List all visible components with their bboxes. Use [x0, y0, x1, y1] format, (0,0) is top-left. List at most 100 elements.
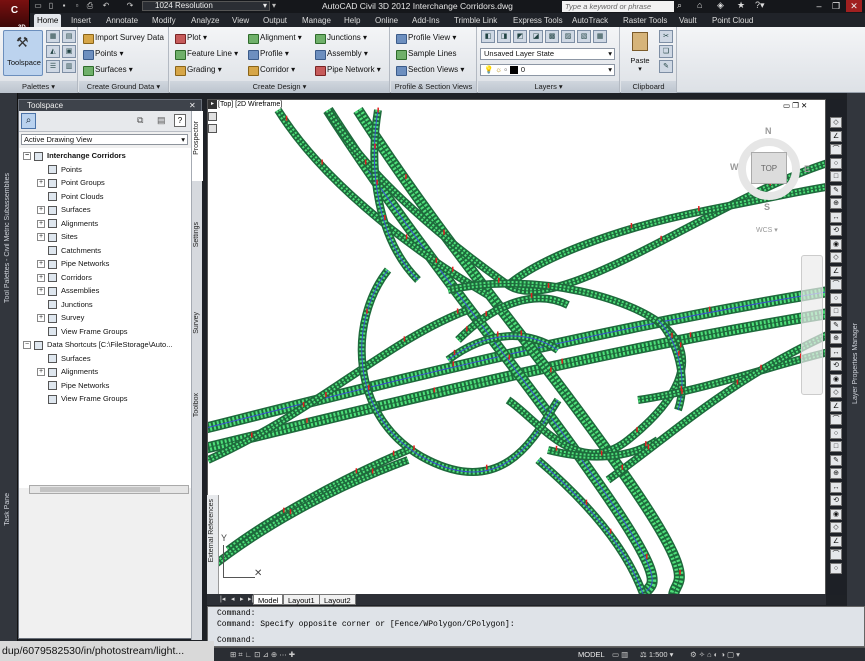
toolbar-tool-icon[interactable]: ◇	[830, 387, 842, 398]
layer-dropdown[interactable]: 💡 ☼ ▫ 0 ▾	[480, 64, 615, 76]
toolbar-tool-icon[interactable]: ○	[830, 157, 842, 169]
tab-online[interactable]: Online	[372, 14, 401, 27]
viewport-close-icon[interactable]: ✕	[801, 101, 807, 110]
help-icon[interactable]: ?	[174, 114, 186, 127]
workspace-dropdown[interactable]: 1024 Resolution ▾	[142, 1, 270, 11]
import-survey-button[interactable]: Import Survey Data	[83, 31, 164, 45]
tab-autotrack[interactable]: AutoTrack	[569, 14, 611, 27]
layer-previous-icon[interactable]: ▦	[593, 30, 607, 43]
task-pane-tab[interactable]: Task Pane	[4, 493, 11, 526]
viewcube-south[interactable]: S	[764, 202, 770, 212]
toolbar-tool-icon[interactable]: ○	[830, 292, 842, 304]
external-references-tab[interactable]: External References	[208, 499, 215, 562]
tab-toolspace-settings[interactable]: Settings	[192, 216, 203, 276]
layout-nav-first-icon[interactable]: |◂	[220, 595, 225, 603]
tree-item[interactable]: − Interchange Corridors	[23, 149, 126, 162]
viewport-restore-icon[interactable]: ❐	[792, 101, 799, 110]
view-dropdown[interactable]: Active Drawing View ▾	[21, 134, 188, 145]
toolbar-tool-icon[interactable]: □	[830, 171, 842, 182]
tab-express-tools[interactable]: Express Tools	[510, 14, 566, 27]
toolspace-button[interactable]: ⚒ Toolspace	[3, 30, 43, 76]
toolbar-tool-icon[interactable]: ⟲	[830, 495, 842, 506]
viewcube-east[interactable]: E	[804, 164, 810, 174]
toolbar-tool-icon[interactable]: ◇	[830, 117, 842, 128]
tree-item[interactable]: + Corridors	[37, 271, 92, 284]
layer-palette-icon[interactable]	[208, 112, 217, 121]
expand-icon[interactable]: +	[37, 179, 45, 188]
survey-icon[interactable]: ◭	[46, 45, 60, 58]
prospector-icon[interactable]: ▦	[46, 30, 60, 43]
toolbar-tool-icon[interactable]: ↔	[830, 346, 842, 358]
tool-palettes-tab[interactable]: Tool Palettes - Civil Metric Subassembli…	[4, 173, 11, 303]
qat-menu-icon[interactable]: ▾	[272, 1, 276, 10]
tree-item[interactable]: + Alignments	[37, 217, 98, 230]
properties-icon[interactable]: ☰	[46, 60, 60, 73]
toolbar-tool-icon[interactable]: ◇	[830, 252, 842, 263]
toolbar-tool-icon[interactable]: ◉	[830, 373, 842, 385]
assembly-button[interactable]: Assembly ▾	[315, 47, 368, 61]
new-icon[interactable]: ▭	[32, 1, 44, 11]
profile-button[interactable]: Profile ▾	[248, 47, 289, 61]
tab-view[interactable]: View	[229, 14, 252, 27]
item-view-icon[interactable]: ⧉	[137, 115, 143, 126]
toolbar-tool-icon[interactable]: ✎	[830, 319, 842, 331]
status-toggle-icons[interactable]: ⊞ ⌗ ∟ ⊡ ⊿ ⊕ ⋯ ✚	[230, 650, 295, 660]
list-view-icon[interactable]: ▤	[157, 115, 166, 126]
toolbar-tool-icon[interactable]: ◉	[830, 508, 842, 520]
layers-panel-title[interactable]: Layers ▾	[478, 81, 619, 93]
application-menu-button[interactable]: C3D	[0, 0, 30, 31]
toolbar-tool-icon[interactable]: ○	[830, 562, 842, 574]
toolbar-tool-icon[interactable]: ✎	[830, 454, 842, 466]
tree-item[interactable]: View Frame Groups	[37, 325, 128, 338]
tab-prospector[interactable]: Prospector	[192, 111, 203, 181]
toolbar-tool-icon[interactable]: ⟲	[830, 360, 842, 371]
sample-lines-button[interactable]: Sample Lines	[396, 47, 456, 61]
tab-modify[interactable]: Modify	[149, 14, 179, 27]
search-icon[interactable]: ⌕	[677, 0, 682, 11]
toolbar-tool-icon[interactable]: ∠	[830, 535, 842, 547]
tree-item[interactable]: − Data Shortcuts [C:\FileStorage\Auto...	[23, 338, 172, 351]
navigation-bar[interactable]	[801, 255, 823, 395]
match-properties-icon[interactable]: ✎	[659, 60, 673, 73]
viewport-minimize-icon[interactable]: ▭	[783, 101, 790, 110]
expand-icon[interactable]: +	[37, 314, 45, 323]
tab-raster-tools[interactable]: Raster Tools	[620, 14, 670, 27]
layer-match-icon[interactable]: ▧	[577, 30, 591, 43]
toolbar-tool-icon[interactable]: □	[830, 441, 842, 452]
feature-line-button[interactable]: Feature Line ▾	[175, 47, 238, 61]
viewport-label[interactable]: [Top] [2D Wireframe]	[218, 101, 282, 108]
layer-properties-tab[interactable]: Layer Properties Manager	[852, 323, 859, 404]
save-icon[interactable]: ▪	[58, 1, 70, 11]
tree-item[interactable]: Point Clouds	[37, 190, 104, 203]
alignment-button[interactable]: Alignment ▾	[248, 31, 302, 45]
wcs-menu[interactable]: WCS ▾	[756, 226, 778, 234]
palettes-panel-title[interactable]: Palettes ▾	[0, 81, 77, 93]
expand-icon[interactable]: +	[37, 273, 45, 282]
create-design-panel-title[interactable]: Create Design ▾	[170, 81, 389, 93]
palette-close-icon[interactable]: ✕	[189, 100, 196, 111]
toolbar-tool-icon[interactable]: ⌒	[830, 279, 842, 290]
minimize-button[interactable]: –	[811, 0, 827, 12]
open-icon[interactable]: ▯	[45, 1, 57, 11]
settings-icon[interactable]: ▤	[62, 30, 76, 43]
layout-nav-prev-icon[interactable]: ◂	[231, 595, 235, 603]
grading-button[interactable]: Grading ▾	[175, 63, 222, 77]
close-button[interactable]: ✕	[846, 0, 862, 12]
corridor-button[interactable]: Corridor ▾	[248, 63, 295, 77]
toolbar-tool-icon[interactable]: ↔	[830, 481, 842, 493]
toolbar-tool-icon[interactable]: ∠	[830, 400, 842, 412]
tab-help[interactable]: Help	[341, 14, 363, 27]
section-views-button[interactable]: Section Views ▾	[396, 63, 464, 77]
viewport-controls-icon[interactable]: ▸	[208, 100, 217, 109]
tab-model[interactable]: Model	[253, 594, 284, 605]
collapse-icon[interactable]: −	[23, 152, 31, 161]
tab-trimble-link[interactable]: Trimble Link	[451, 14, 500, 27]
favorites-icon[interactable]: ★	[737, 0, 745, 11]
toolbar-tool-icon[interactable]: ◇	[830, 522, 842, 533]
tree-item[interactable]: Junctions	[37, 298, 93, 311]
paste-button[interactable]: Paste ▾	[625, 30, 655, 75]
help-icon[interactable]: ?▾	[755, 0, 765, 11]
expand-icon[interactable]: +	[37, 206, 45, 215]
subscription-icon[interactable]: ⌂	[697, 0, 702, 10]
viewcube-top-face[interactable]: TOP	[751, 152, 787, 184]
